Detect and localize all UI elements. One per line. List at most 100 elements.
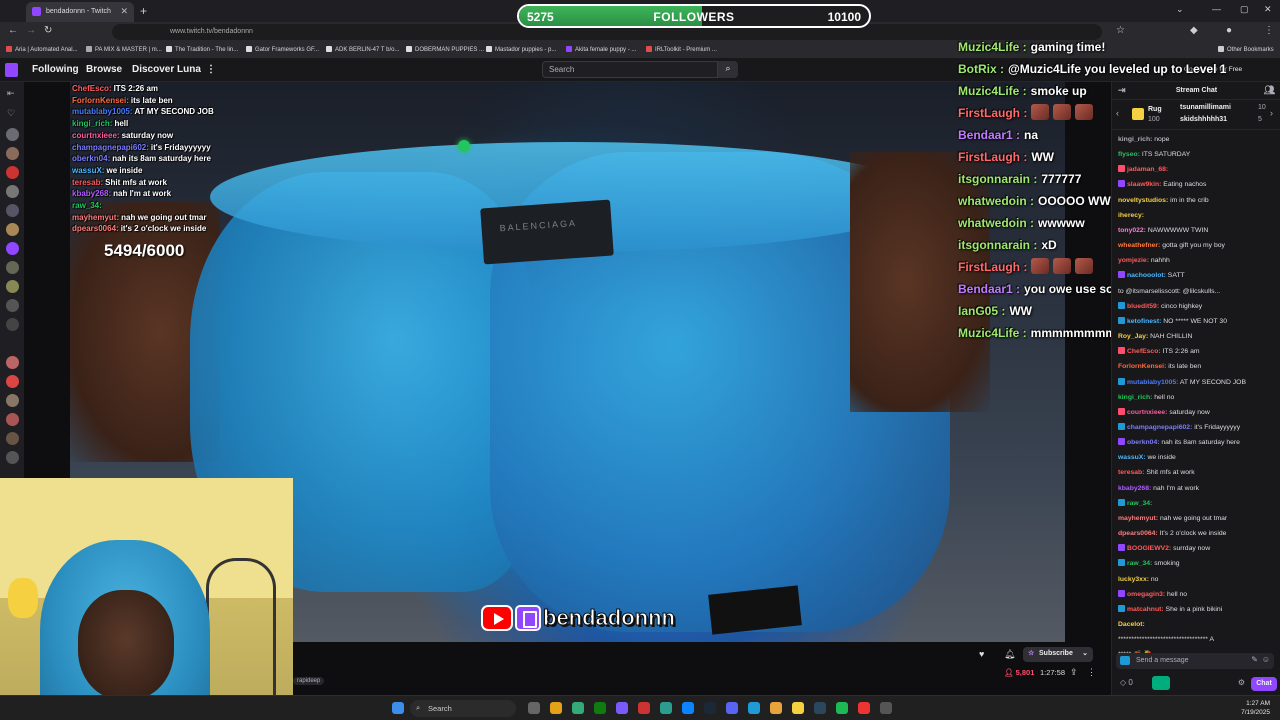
app-icon[interactable]: [880, 702, 892, 714]
bookmark-item[interactable]: Gator Frameworks GF...: [246, 46, 319, 53]
channel-avatar[interactable]: [6, 394, 19, 407]
task-view-icon[interactable]: [528, 702, 540, 714]
browser-tab[interactable]: bendadonnn - Twitch ✕: [26, 2, 134, 22]
maximize-icon[interactable]: ▢: [1240, 4, 1249, 15]
chat-message[interactable]: jadaman_68:: [1118, 162, 1278, 177]
chat-username[interactable]: yomjezie:: [1118, 257, 1149, 264]
start-menu-icon[interactable]: [392, 702, 404, 714]
chrome-icon[interactable]: [770, 702, 782, 714]
chat-message[interactable]: mayhemyut: nah we going out tmar: [1118, 511, 1278, 526]
channel-avatar[interactable]: [6, 356, 19, 369]
chat-badge-icon[interactable]: [1118, 347, 1125, 355]
search-input[interactable]: Search: [542, 61, 718, 78]
chat-username[interactable]: iherecy:: [1118, 212, 1144, 219]
chat-username[interactable]: Dacelot:: [1118, 621, 1145, 628]
app-icon[interactable]: [660, 702, 672, 714]
chat-username[interactable]: kingi_rich:: [1118, 394, 1152, 401]
chevron-right-icon[interactable]: ›: [1270, 108, 1273, 118]
close-window-icon[interactable]: ✕: [1264, 4, 1272, 15]
chat-message[interactable]: raw_34:: [1118, 496, 1278, 511]
app-icon[interactable]: [792, 702, 804, 714]
chat-message[interactable]: kingi_rich: hell no: [1118, 390, 1278, 405]
chat-username[interactable]: raw_34:: [1127, 560, 1152, 567]
chat-message[interactable]: omegagin3: hell no: [1118, 587, 1278, 602]
chat-message[interactable]: BOOGIEWV2: surrday now: [1118, 541, 1278, 556]
app-icon[interactable]: [814, 702, 826, 714]
more-icon[interactable]: ⋮: [206, 64, 216, 75]
chevron-left-icon[interactable]: ‹: [1116, 108, 1119, 118]
chat-message[interactable]: Dacelot:: [1118, 617, 1278, 632]
channel-points[interactable]: ◇ 0: [1120, 678, 1133, 687]
chat-username[interactable]: wassuX:: [1118, 454, 1146, 461]
chat-message[interactable]: dpears0064: It's 2 o'clock we inside: [1118, 526, 1278, 541]
chat-username[interactable]: nachooolot:: [1127, 272, 1166, 279]
chat-badge-icon[interactable]: [1118, 589, 1125, 597]
chat-username[interactable]: ketofinest:: [1127, 318, 1161, 325]
new-tab-icon[interactable]: +: [140, 4, 147, 18]
chat-message[interactable]: oberkn04: nah its 8am saturday here: [1118, 435, 1278, 450]
channel-avatar[interactable]: [6, 128, 19, 141]
follow-heart-icon[interactable]: ♥: [979, 649, 984, 659]
bookmark-item[interactable]: PA MIX & MASTER | m...: [86, 46, 162, 53]
chat-message[interactable]: ********************************** A: [1118, 632, 1278, 647]
forward-icon[interactable]: →: [26, 25, 36, 36]
bits-icon[interactable]: ✎: [1251, 655, 1258, 664]
chat-message[interactable]: matcahnut: She in a pink bikini: [1118, 602, 1278, 617]
subscribe-button[interactable]: ☆ Subscribe ⌄: [1023, 647, 1093, 662]
channel-avatar[interactable]: [6, 185, 19, 198]
app-icon[interactable]: [858, 702, 870, 714]
menu-icon[interactable]: ⋮: [1264, 25, 1274, 36]
chat-message[interactable]: Roy_Jay: NAH CHILLIN: [1118, 329, 1278, 344]
xbox-icon[interactable]: [594, 702, 606, 714]
chat-badge-icon[interactable]: [1118, 438, 1125, 446]
chat-username[interactable]: noveltystudios:: [1118, 197, 1168, 204]
bookmark-item[interactable]: ADK BERLIN-47 T b/o...: [326, 46, 399, 53]
bookmark-item[interactable]: The Tradition - The lin...: [166, 46, 238, 53]
chat-username[interactable]: mutablaby1005:: [1127, 379, 1178, 386]
channel-avatar[interactable]: [6, 147, 19, 160]
chat-badge-icon[interactable]: [1118, 559, 1125, 567]
app-icon[interactable]: [748, 702, 760, 714]
chat-username[interactable]: champagnepapi602:: [1127, 424, 1192, 431]
bookmark-item[interactable]: Mastador puppies - p...: [486, 46, 556, 53]
app-icon[interactable]: [638, 702, 650, 714]
chat-message[interactable]: mutablaby1005: AT MY SECOND JOB: [1118, 375, 1278, 390]
chat-message[interactable]: kingi_rich: nope: [1118, 132, 1278, 147]
channel-avatar[interactable]: [6, 242, 19, 255]
edge-icon[interactable]: [682, 702, 694, 714]
chat-badge-icon[interactable]: [1118, 544, 1125, 552]
collapse-sidebar-icon[interactable]: ⇤: [7, 88, 15, 99]
bookmark-item[interactable]: Akita female puppy - ...: [566, 46, 636, 53]
chat-username[interactable]: kbaby268:: [1118, 485, 1151, 492]
chat-message[interactable]: lucky3xx: no: [1118, 572, 1278, 587]
bookmark-star-icon[interactable]: ☆: [1116, 25, 1125, 36]
chat-username[interactable]: oberkn04:: [1127, 439, 1159, 446]
tab-search-icon[interactable]: ⌄: [1176, 4, 1184, 15]
chat-message[interactable]: champagnepapi602: it's Fridayyyyyy: [1118, 420, 1278, 435]
chat-message[interactable]: flyseo: ITS SATURDAY: [1118, 147, 1278, 162]
chat-message[interactable]: nachooolot: SATT: [1118, 268, 1278, 283]
share-icon[interactable]: ⇪: [1070, 667, 1078, 678]
chat-username[interactable]: slaaw9kin:: [1127, 181, 1161, 188]
chat-username[interactable]: bluedit59:: [1127, 303, 1159, 310]
chat-message[interactable]: ForlornKensei: its late ben: [1118, 359, 1278, 374]
chat-message[interactable]: kbaby268: nah I'm at work: [1118, 481, 1278, 496]
settings-gear-icon[interactable]: ⚙: [1238, 678, 1245, 687]
chat-message[interactable]: noveltystudios: im in the crib: [1118, 193, 1278, 208]
channel-avatar[interactable]: [6, 432, 19, 445]
chat-username[interactable]: ChefEsco:: [1127, 348, 1161, 355]
chat-username[interactable]: tony022:: [1118, 227, 1146, 234]
chat-username[interactable]: dpears0064:: [1118, 530, 1158, 537]
channel-avatar[interactable]: [6, 299, 19, 312]
chat-username[interactable]: courtnxieee:: [1127, 409, 1167, 416]
chat-message[interactable]: courtnxieee: saturday now: [1118, 405, 1278, 420]
chat-username[interactable]: Roy_Jay:: [1118, 333, 1148, 340]
nav-browse[interactable]: Browse: [86, 64, 122, 75]
steam-icon[interactable]: [704, 702, 716, 714]
channel-avatar[interactable]: [6, 451, 19, 464]
chat-badge-icon[interactable]: [1118, 422, 1125, 430]
file-explorer-icon[interactable]: [550, 702, 562, 714]
minimize-icon[interactable]: —: [1212, 4, 1221, 14]
back-icon[interactable]: ←: [8, 25, 18, 36]
chat-username[interactable]: mayhemyut:: [1118, 515, 1158, 522]
